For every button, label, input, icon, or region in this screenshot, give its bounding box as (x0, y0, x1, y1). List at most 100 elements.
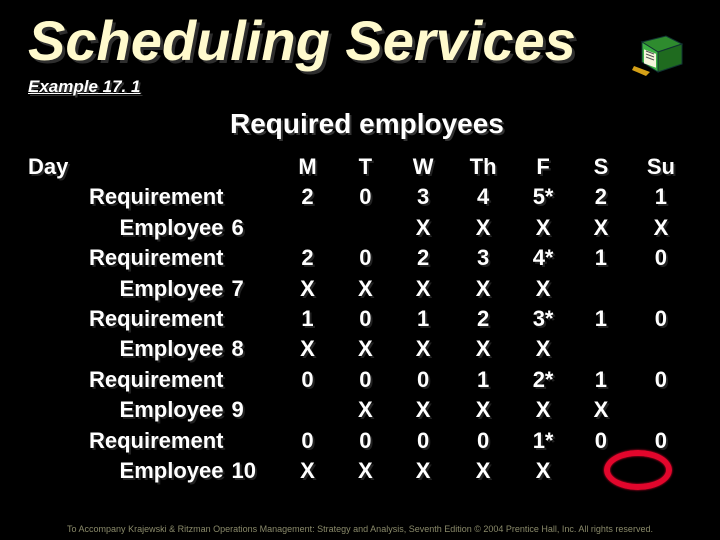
cell: X (394, 456, 452, 486)
cell (630, 456, 692, 486)
employee-label: Employee (28, 395, 231, 425)
employee-number: 6 (231, 213, 278, 243)
col-Su: Su (630, 152, 692, 182)
schedule-cube-icon (632, 22, 688, 78)
cell: 3 (452, 243, 514, 273)
cell: 2 (572, 182, 630, 212)
footer-text: To Accompany Krajewski & Ritzman Operati… (0, 524, 720, 534)
cell: X (336, 274, 394, 304)
cell (572, 274, 630, 304)
cell: 0 (630, 304, 692, 334)
cell: 4* (514, 243, 572, 273)
cell: 0 (336, 365, 394, 395)
cell: X (572, 395, 630, 425)
cell: X (394, 395, 452, 425)
cell (630, 334, 692, 364)
cell (279, 395, 337, 425)
cell: 0 (336, 182, 394, 212)
cell: 2 (394, 243, 452, 273)
cell: X (336, 456, 394, 486)
employee-label: Employee (28, 456, 231, 486)
cell: X (279, 334, 337, 364)
employee-label: Employee (28, 213, 231, 243)
cell: 1 (279, 304, 337, 334)
employee-number (231, 182, 278, 212)
slide: Scheduling Services Example 17. 1 Requir… (0, 0, 720, 540)
table-row: Employee8XXXXX (28, 334, 692, 364)
day-header: Day (28, 152, 279, 182)
cell: X (572, 213, 630, 243)
cell: X (336, 395, 394, 425)
cell: X (394, 213, 452, 243)
schedule-table: Day M T W Th F S Su Requirement20345*21E… (28, 152, 692, 486)
table-row: Employee10XXXXX (28, 456, 692, 486)
cell: 4 (452, 182, 514, 212)
cell: X (514, 334, 572, 364)
col-T: T (336, 152, 394, 182)
cell: 1* (514, 426, 572, 456)
cell: 2 (452, 304, 514, 334)
cell: 2 (279, 243, 337, 273)
employee-number (231, 304, 278, 334)
employee-number: 7 (231, 274, 278, 304)
cell: X (452, 213, 514, 243)
header-row: Day M T W Th F S Su (28, 152, 692, 182)
cell: 0 (394, 426, 452, 456)
table-row: Employee7XXXXX (28, 274, 692, 304)
cell: 3 (394, 182, 452, 212)
cell: 0 (394, 365, 452, 395)
requirement-label: Requirement (28, 365, 231, 395)
col-F: F (514, 152, 572, 182)
cell (336, 213, 394, 243)
cell: 0 (630, 243, 692, 273)
slide-title: Scheduling Services (28, 12, 692, 71)
table-row: Employee6XXXXX (28, 213, 692, 243)
cell: 0 (336, 426, 394, 456)
cell: 0 (630, 365, 692, 395)
cell: X (279, 456, 337, 486)
employee-number (231, 243, 278, 273)
cell (630, 274, 692, 304)
col-M: M (279, 152, 337, 182)
table-row: Requirement10123*10 (28, 304, 692, 334)
cell: X (514, 395, 572, 425)
cell (572, 456, 630, 486)
cell: X (514, 213, 572, 243)
cell: 2 (279, 182, 337, 212)
cell: 1 (630, 182, 692, 212)
employee-label: Employee (28, 274, 231, 304)
cell: X (630, 213, 692, 243)
cell: 0 (630, 426, 692, 456)
cell: X (514, 274, 572, 304)
cell: 1 (572, 304, 630, 334)
cell: 1 (452, 365, 514, 395)
cell: X (394, 274, 452, 304)
cell (630, 395, 692, 425)
cell: 0 (279, 426, 337, 456)
cell: 1 (572, 365, 630, 395)
cell: X (452, 456, 514, 486)
col-Th: Th (452, 152, 514, 182)
table-row: Requirement20234*10 (28, 243, 692, 273)
employee-number: 10 (231, 456, 278, 486)
cell: 5* (514, 182, 572, 212)
cell: X (452, 395, 514, 425)
requirement-label: Requirement (28, 304, 231, 334)
requirement-label: Requirement (28, 182, 231, 212)
table-row: Requirement00012*10 (28, 365, 692, 395)
cell: X (452, 274, 514, 304)
cell: 1 (394, 304, 452, 334)
cell: 0 (452, 426, 514, 456)
cell: 0 (572, 426, 630, 456)
employee-number (231, 365, 278, 395)
cell: X (279, 274, 337, 304)
employee-number: 9 (231, 395, 278, 425)
cell: X (452, 334, 514, 364)
table-row: Requirement00001*00 (28, 426, 692, 456)
subhead: Required employees (230, 108, 504, 140)
employee-label: Employee (28, 334, 231, 364)
employee-number: 8 (231, 334, 278, 364)
table-row: Employee9XXXXX (28, 395, 692, 425)
cell: 1 (572, 243, 630, 273)
cell (279, 213, 337, 243)
